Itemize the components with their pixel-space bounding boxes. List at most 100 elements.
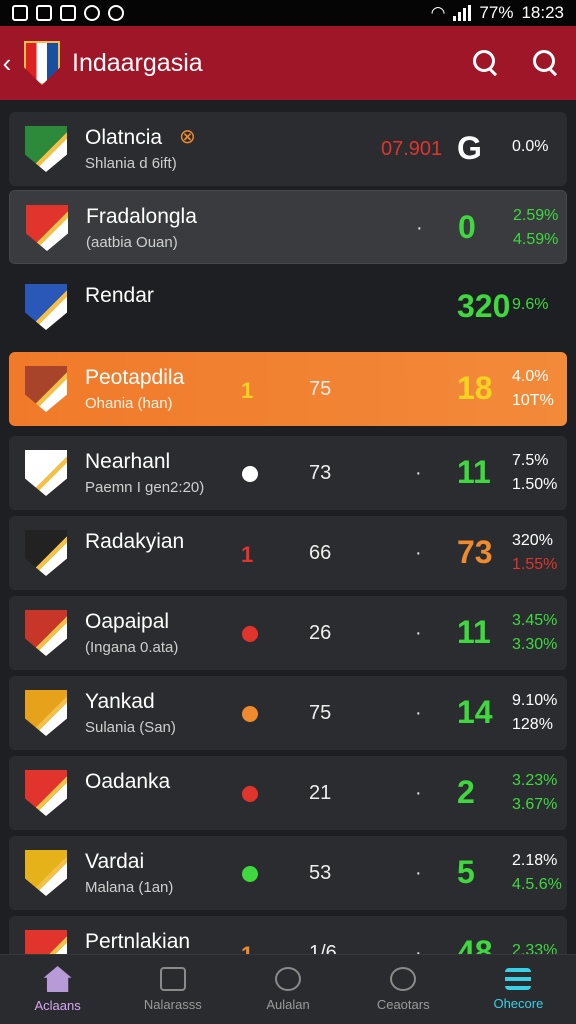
search-icon — [533, 50, 559, 76]
separator-dot: · — [415, 782, 422, 804]
percent-primary: 3.23% — [512, 772, 558, 789]
team-crest-icon — [25, 126, 67, 172]
home-icon — [43, 966, 72, 992]
team-name: Oapaipal — [85, 610, 170, 633]
signal-icon — [453, 5, 472, 21]
points-value: 18 — [457, 370, 493, 406]
team-score: 07.901 — [381, 138, 443, 160]
team-crest-icon — [25, 850, 67, 896]
team-crest-icon — [25, 770, 67, 816]
menu-icon — [505, 968, 532, 990]
team-row[interactable]: Vardai Malana (1an) 53 · 5 2.18% 4.5.6% — [9, 836, 567, 910]
team-row[interactable]: Rendar 320 9.6% — [9, 270, 567, 344]
percent-primary: 2.18% — [512, 852, 558, 869]
team-value: 73 — [309, 462, 332, 484]
nav-label: Ceaotars — [376, 997, 430, 1012]
app-title: Indaargasia — [72, 48, 203, 77]
points-value: 14 — [457, 694, 493, 730]
team-subtitle: Paemn I gen2:20) — [85, 479, 205, 496]
separator-dot: · — [415, 542, 422, 564]
points-value: 320 — [457, 288, 511, 324]
gallery-icon — [159, 967, 186, 991]
separator-dot: · — [415, 702, 422, 724]
search-button[interactable] — [456, 33, 516, 93]
team-value: 53 — [309, 862, 332, 884]
team-name: Peotapdila — [85, 366, 185, 389]
app-header: ‹ Indaargasia — [0, 26, 576, 100]
team-crest-icon — [25, 690, 67, 736]
team-name: Nearhanl — [85, 450, 171, 473]
team-value: 21 — [309, 782, 332, 804]
percent-secondary: 3.67% — [512, 796, 558, 813]
team-crest-icon — [26, 205, 68, 251]
separator-dot: · — [416, 217, 423, 239]
team-row[interactable]: Radakyian 1 66 · 73 320% 1.55% — [9, 516, 567, 590]
facebook-icon — [84, 5, 100, 21]
percent-primary: 0.0% — [512, 138, 549, 155]
wifi-icon: ◠ — [430, 3, 446, 22]
team-subtitle: Malana (1an) — [85, 879, 174, 896]
clock: 18:23 — [521, 3, 564, 22]
nav-item-home[interactable]: Aclaans — [0, 955, 115, 1024]
percent-primary: 7.5% — [512, 452, 549, 469]
team-value: 75 — [309, 378, 332, 400]
team-crest-icon — [25, 610, 67, 656]
nav-label: Aulalan — [266, 997, 310, 1012]
points-value: 0 — [458, 209, 476, 245]
team-crest-icon — [25, 366, 67, 412]
status-dot — [242, 626, 258, 642]
percent-secondary: 4.59% — [513, 231, 559, 248]
nav-label: Nalarasss — [143, 997, 202, 1012]
percent-primary: 9.10% — [512, 692, 558, 709]
nav-item-chat[interactable]: Aulalan — [230, 955, 345, 1024]
team-name: Vardai — [85, 850, 145, 873]
points-value: 73 — [457, 534, 493, 570]
points-value: 5 — [457, 854, 475, 890]
nav-item-gallery[interactable]: Nalarasss — [115, 955, 230, 1024]
points-value: G — [457, 130, 482, 166]
team-row[interactable]: Fradalongla (aatbia Ouan) · 0 2.59% 4.59% — [9, 190, 567, 264]
search-icon — [473, 50, 499, 76]
percent-secondary: 128% — [512, 716, 553, 733]
separator-dot: · — [415, 622, 422, 644]
team-subtitle: (Ingana 0.ata) — [85, 639, 179, 656]
nav-item-clock[interactable]: Ceaotars — [346, 955, 461, 1024]
camera-icon — [60, 5, 76, 21]
percent-primary: 9.6% — [512, 296, 549, 313]
team-value: 66 — [309, 542, 332, 564]
team-row[interactable]: Peotapdila Ohania (han) 1 75 18 4.0% 10T% — [9, 352, 567, 426]
percent-secondary: 1.55% — [512, 556, 558, 573]
team-subtitle: Sulania (San) — [85, 719, 176, 736]
clock-icon — [390, 967, 417, 991]
notification-icon — [12, 5, 28, 21]
team-subtitle: Ohania (han) — [85, 395, 173, 412]
team-row[interactable]: Nearhanl Paemn I gen2:20) 73 · 11 7.5% 1.50% — [9, 436, 567, 510]
separator-dot: · — [415, 462, 422, 484]
percent-secondary: 10T% — [512, 392, 554, 409]
team-row[interactable]: Oadanka 21 · 2 3.23% 3.67% — [9, 756, 567, 830]
back-chevron-icon[interactable]: ‹ — [0, 48, 18, 79]
percent-secondary: 4.5.6% — [512, 876, 562, 893]
status-dot — [242, 866, 258, 882]
points-value: 11 — [457, 614, 491, 650]
chat-icon — [275, 967, 301, 991]
team-row[interactable]: Yankad Sulania (San) 75 · 14 9.10% 128% — [9, 676, 567, 750]
team-crest-icon — [25, 530, 67, 576]
team-row[interactable]: Oapaipal (Ingana 0.ata) 26 · 11 3.45% 3.30% — [9, 596, 567, 670]
bottom-navigation: Aclaans Nalarasss Aulalan Ceaotars Ohecore — [0, 954, 576, 1024]
percent-primary: 4.0% — [512, 368, 549, 385]
percent-primary: 2.59% — [513, 207, 559, 224]
team-name: Fradalongla — [86, 205, 197, 228]
points-value: 11 — [457, 454, 491, 490]
team-row[interactable]: Olatncia ⊗ Shlania d 6ift) 07.901 G 0.0% — [9, 112, 567, 186]
search-button-secondary[interactable] — [516, 33, 576, 93]
nav-label: Ohecore — [493, 996, 544, 1011]
points-value: 2 — [457, 774, 475, 810]
status-dot — [242, 466, 258, 482]
team-crest-icon — [25, 450, 67, 496]
nav-item-menu[interactable]: Ohecore — [461, 955, 576, 1024]
team-name: Pertnlakian — [85, 930, 191, 953]
team-name: Oadanka — [85, 770, 171, 793]
team-name: Rendar — [85, 284, 154, 307]
rank-marker: 1 — [241, 378, 254, 403]
